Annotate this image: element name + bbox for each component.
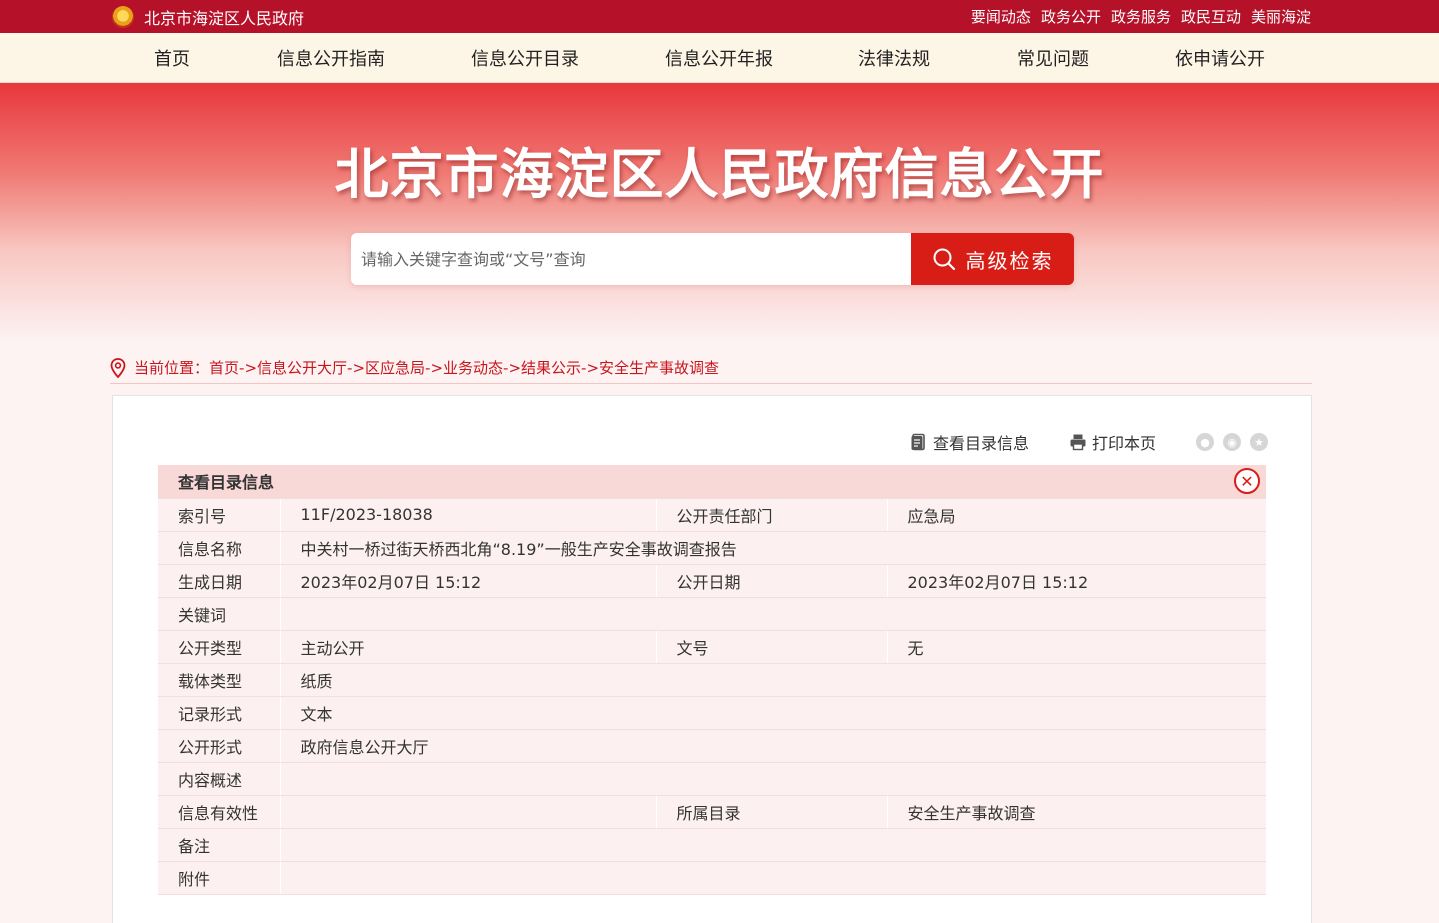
summary-label: 内容概述 bbox=[158, 762, 281, 796]
top-link-news[interactable]: 要闻动态 bbox=[971, 6, 1031, 27]
page-tools: 查看目录信息 打印本页 ● ◉ ★ bbox=[910, 430, 1269, 454]
printer-icon bbox=[1070, 434, 1086, 451]
remark-label: 备注 bbox=[158, 828, 281, 862]
docno-label: 文号 bbox=[656, 630, 888, 664]
category-value: 安全生产事故调查 bbox=[887, 795, 1266, 829]
view-catalog-button[interactable]: 查看目录信息 bbox=[910, 430, 1029, 454]
category-label: 所属目录 bbox=[656, 795, 888, 829]
published-label: 公开日期 bbox=[656, 564, 888, 598]
published-value: 2023年02月07日 15:12 bbox=[887, 564, 1266, 598]
table-title-cell: 查看目录信息 ✕ bbox=[158, 465, 1266, 499]
breadcrumb-info-hall[interactable]: 信息公开大厅 bbox=[257, 357, 347, 378]
search-icon bbox=[933, 248, 955, 271]
document-icon bbox=[911, 433, 925, 451]
created-value: 2023年02月07日 15:12 bbox=[280, 564, 657, 598]
table-row: 生成日期 2023年02月07日 15:12 公开日期 2023年02月07日 … bbox=[158, 564, 1266, 598]
top-links: 要闻动态 政务公开 政务服务 政民互动 美丽海淀 bbox=[971, 6, 1311, 27]
national-emblem-icon bbox=[112, 5, 134, 28]
nav-item-faq[interactable]: 常见问题 bbox=[1017, 45, 1089, 71]
keywords-value bbox=[280, 597, 1266, 631]
wechat-share-icon[interactable]: ● bbox=[1196, 433, 1215, 451]
index-label: 索引号 bbox=[158, 498, 281, 532]
top-link-beautiful-haidian[interactable]: 美丽海淀 bbox=[1251, 6, 1311, 27]
breadcrumb-separator: -> bbox=[425, 358, 444, 377]
index-value: 11F/2023-18038 bbox=[280, 498, 657, 532]
location-pin-icon bbox=[110, 357, 126, 378]
table-row: 公开类型 主动公开 文号 无 bbox=[158, 630, 1266, 664]
nav-item-home[interactable]: 首页 bbox=[154, 45, 190, 71]
table-row: 备注 bbox=[158, 828, 1266, 862]
attach-value bbox=[280, 861, 1266, 895]
catalog-info-table: 查看目录信息 ✕ 索引号 11F/2023-18038 公开责任部门 应急局 信… bbox=[158, 465, 1266, 895]
dept-label: 公开责任部门 bbox=[656, 498, 888, 532]
search-bar: 高级检索 bbox=[351, 233, 1074, 285]
type-label: 公开类型 bbox=[158, 630, 281, 664]
print-button[interactable]: 打印本页 bbox=[1069, 430, 1156, 454]
close-icon[interactable]: ✕ bbox=[1234, 468, 1260, 494]
breadcrumb-separator: -> bbox=[581, 358, 600, 377]
table-title: 查看目录信息 bbox=[178, 473, 275, 493]
type-value: 主动公开 bbox=[280, 630, 657, 664]
top-link-interaction[interactable]: 政民互动 bbox=[1181, 6, 1241, 27]
nav-item-laws[interactable]: 法律法规 bbox=[858, 45, 930, 71]
name-label: 信息名称 bbox=[158, 531, 281, 565]
breadcrumb-separator: -> bbox=[503, 358, 522, 377]
docno-value: 无 bbox=[887, 630, 1266, 664]
validity-value bbox=[280, 795, 657, 829]
validity-label: 信息有效性 bbox=[158, 795, 281, 829]
table-row: 索引号 11F/2023-18038 公开责任部门 应急局 bbox=[158, 498, 1266, 532]
breadcrumb-results[interactable]: 结果公示 bbox=[521, 357, 581, 378]
nav-item-guide[interactable]: 信息公开指南 bbox=[277, 45, 385, 71]
hero-banner bbox=[0, 83, 1439, 343]
weibo-share-icon[interactable]: ◉ bbox=[1223, 433, 1242, 451]
table-row: 公开形式 政府信息公开大厅 bbox=[158, 729, 1266, 763]
table-row: 信息有效性 所属目录 安全生产事故调查 bbox=[158, 795, 1266, 829]
breadcrumb-home[interactable]: 首页 bbox=[209, 357, 239, 378]
table-header-row: 查看目录信息 ✕ bbox=[158, 465, 1266, 499]
breadcrumb-prefix: 当前位置： bbox=[134, 359, 210, 377]
attach-label: 附件 bbox=[158, 861, 281, 895]
share-icons: ● ◉ ★ bbox=[1196, 433, 1269, 451]
search-input[interactable] bbox=[351, 233, 911, 285]
remark-value bbox=[280, 828, 1266, 862]
carrier-value: 纸质 bbox=[280, 663, 1266, 697]
top-link-gov-affairs[interactable]: 政务公开 bbox=[1041, 6, 1101, 27]
main-nav: 首页 信息公开指南 信息公开目录 信息公开年报 法律法规 常见问题 依申请公开 bbox=[0, 33, 1439, 83]
advanced-search-label: 高级检索 bbox=[965, 248, 1054, 273]
breadcrumb-separator: -> bbox=[239, 358, 258, 377]
breadcrumb-accident-investigation[interactable]: 安全生产事故调查 bbox=[599, 357, 719, 378]
record-label: 记录形式 bbox=[158, 696, 281, 730]
nav-item-annual-report[interactable]: 信息公开年报 bbox=[665, 45, 773, 71]
breadcrumb: 当前位置： 首页 -> 信息公开大厅 -> 区应急局 -> 业务动态 -> 结果… bbox=[110, 352, 1312, 384]
summary-value bbox=[280, 762, 1266, 796]
record-value: 文本 bbox=[280, 696, 1266, 730]
dept-value: 应急局 bbox=[887, 498, 1266, 532]
favorite-star-icon[interactable]: ★ bbox=[1250, 433, 1269, 451]
table-row: 附件 bbox=[158, 861, 1266, 895]
name-value: 中关村一桥过街天桥西北角“8.19”一般生产安全事故调查报告 bbox=[280, 531, 1266, 565]
view-catalog-label: 查看目录信息 bbox=[933, 434, 1030, 453]
breadcrumb-separator: -> bbox=[347, 358, 366, 377]
breadcrumb-emergency-bureau[interactable]: 区应急局 bbox=[365, 357, 425, 378]
nav-item-apply[interactable]: 依申请公开 bbox=[1175, 45, 1265, 71]
print-label: 打印本页 bbox=[1092, 434, 1157, 453]
carrier-label: 载体类型 bbox=[158, 663, 281, 697]
keywords-label: 关键词 bbox=[158, 597, 281, 631]
advanced-search-button[interactable]: 高级检索 bbox=[911, 233, 1074, 285]
form-label: 公开形式 bbox=[158, 729, 281, 763]
table-row: 记录形式 文本 bbox=[158, 696, 1266, 730]
site-brand[interactable]: 北京市海淀区人民政府 bbox=[112, 5, 304, 29]
breadcrumb-business-news[interactable]: 业务动态 bbox=[443, 357, 503, 378]
table-row: 信息名称 中关村一桥过街天桥西北角“8.19”一般生产安全事故调查报告 bbox=[158, 531, 1266, 565]
created-label: 生成日期 bbox=[158, 564, 281, 598]
form-value: 政府信息公开大厅 bbox=[280, 729, 1266, 763]
nav-item-catalog[interactable]: 信息公开目录 bbox=[471, 45, 579, 71]
table-row: 关键词 bbox=[158, 597, 1266, 631]
top-link-services[interactable]: 政务服务 bbox=[1111, 6, 1171, 27]
page-title: 北京市海淀区人民政府信息公开 bbox=[334, 143, 1105, 206]
top-bar: 北京市海淀区人民政府 要闻动态 政务公开 政务服务 政民互动 美丽海淀 bbox=[0, 0, 1439, 33]
site-name: 北京市海淀区人民政府 bbox=[144, 8, 305, 28]
table-row: 内容概述 bbox=[158, 762, 1266, 796]
table-row: 载体类型 纸质 bbox=[158, 663, 1266, 697]
